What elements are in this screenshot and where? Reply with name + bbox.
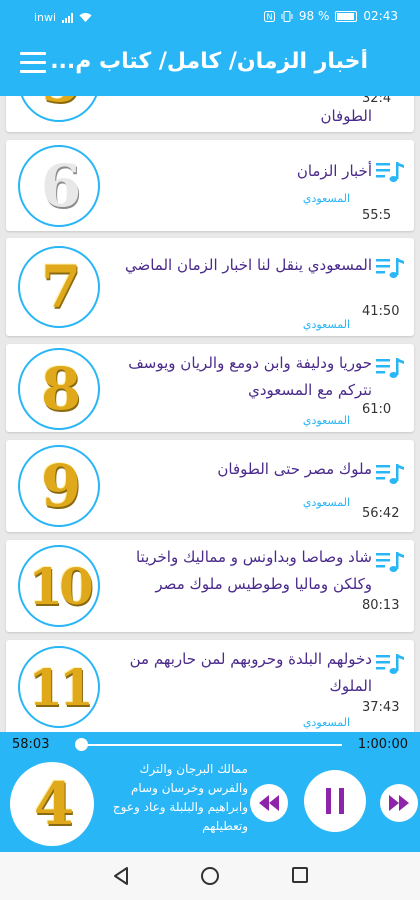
track-item[interactable]: 11 دخولهم البلدة وحروبهم لمن حاربهم من ا… [6,640,414,732]
back-icon[interactable] [112,866,130,886]
status-bar: inwi N 98 % 02:43 [0,0,420,34]
total-time: 1:00:00 [357,737,408,752]
recents-icon[interactable] [291,866,309,884]
track-number: 11 [28,657,94,717]
track-number: 6 [40,152,81,220]
playlist-music-icon [376,552,404,572]
fast-forward-icon [389,795,409,811]
seek-bar[interactable] [78,744,342,746]
track-item[interactable]: 10 شاد وصاصا وبداونس و مماليك واخريتا وك… [6,540,414,632]
track-duration: 56:42 [362,506,400,521]
carrier-label: inwi [34,11,57,24]
track-duration: 32:4 [362,96,392,106]
track-title: ملوك مصر حتى الطوفان [217,460,372,478]
track-number: 9 [40,452,81,520]
track-item[interactable]: 6 أخبار الزمان المسعودي 55:5 [6,140,414,231]
track-item[interactable]: 8 حوريا ودليفة وابن دومع والريان ويوسف ن… [6,344,414,432]
track-duration: 37:43 [362,700,400,715]
track-title: حوريا ودليفة وابن دومع والريان ويوسف نتر… [128,354,372,399]
battery-icon [335,10,358,22]
track-title: أخبار الزمان [296,162,372,180]
app-title: أخبار الزمان/ كامل/ كتاب م... [50,49,368,74]
track-number: 8 [40,355,81,423]
playlist-music-icon [376,358,404,378]
track-title: دخولهم البلدة وحروبهم لمن حاربهم من المل… [129,650,372,695]
track-duration: 55:5 [362,208,392,223]
track-title: شاد وصاصا وبداونس و مماليك واخريتا وكلكن… [135,548,372,593]
player-bar: 58:03 1:00:00 4 ممالك البرجان والترك وال… [0,732,420,852]
home-icon[interactable] [200,866,220,886]
track-author: المسعودي [302,318,350,331]
rewind-icon [259,795,279,811]
track-duration: 41:50 [362,304,400,319]
track-number-badge: 5 [18,96,100,122]
track-list[interactable]: 5 الطوفان 32:4 6 أخبار الزمان المسعودي 5… [0,96,420,732]
now-playing-number: 4 [33,770,74,838]
track-number: 5 [41,96,81,115]
pause-icon [326,788,344,814]
seek-handle[interactable] [75,738,88,751]
track-duration: 80:13 [362,598,400,613]
track-author: المسعودي [302,192,350,205]
battery-percent: 98 % [298,9,330,23]
track-title: الطوفان [320,107,372,125]
pause-button[interactable] [304,770,366,832]
track-item[interactable]: 7 المسعودي ينقل لنا اخبار الزمان الماضي … [6,238,414,336]
nfc-icon: N [263,10,275,22]
wifi-icon [79,13,92,22]
track-item[interactable]: 9 ملوك مصر حتى الطوفان المسعودي 56:42 [6,440,414,532]
rewind-button[interactable] [250,784,288,822]
now-playing-title: ممالك البرجان والترك والفرس وخرسان وسام … [112,762,248,833]
playlist-music-icon [376,162,404,182]
app-bar: أخبار الزمان/ كامل/ كتاب م... [0,34,420,96]
track-author: المسعودي [302,414,350,427]
track-duration: 61:0 [362,402,392,417]
track-number: 10 [28,556,94,616]
status-left: inwi [34,11,92,24]
elapsed-time: 58:03 [12,737,50,752]
playlist-music-icon [376,464,404,484]
track-number-badge: 10 [18,545,100,627]
track-author: المسعودي [302,716,350,729]
svg-text:N: N [266,12,272,21]
hamburger-menu-icon[interactable] [20,52,46,76]
status-right: N 98 % 02:43 [263,9,398,23]
fast-forward-button[interactable] [380,784,418,822]
signal-icon [62,12,74,23]
vibrate-icon [281,10,293,22]
track-number-badge: 9 [18,445,100,527]
clock: 02:43 [363,9,398,23]
system-nav-bar [0,852,420,900]
playlist-music-icon [376,258,404,278]
playlist-music-icon [376,654,404,674]
track-number-badge: 7 [18,246,100,328]
track-number: 7 [40,253,81,321]
now-playing-badge[interactable]: 4 [10,762,94,846]
track-item[interactable]: 5 الطوفان 32:4 [6,96,414,132]
track-number-badge: 8 [18,348,100,430]
track-number-badge: 6 [18,145,100,227]
track-title: المسعودي ينقل لنا اخبار الزمان الماضي [125,256,372,274]
track-author: المسعودي [302,496,350,509]
track-number-badge: 11 [18,646,100,728]
